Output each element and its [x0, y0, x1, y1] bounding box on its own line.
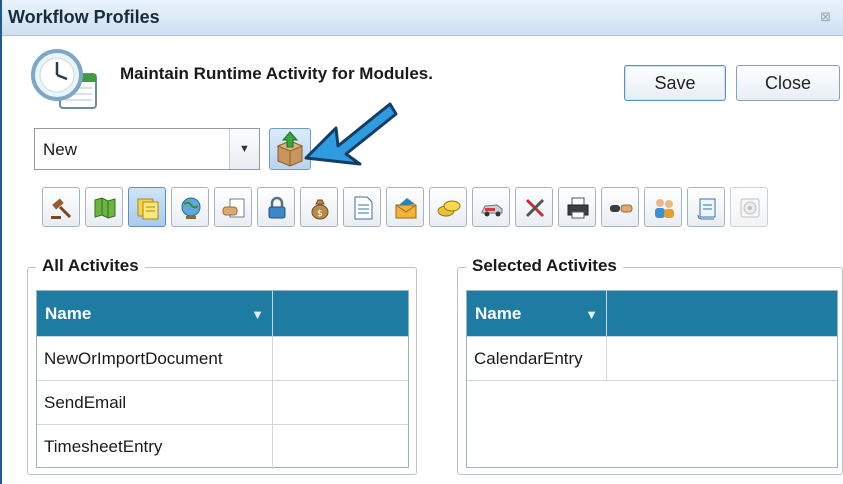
car-icon	[481, 204, 503, 217]
profile-select-value: New	[43, 140, 78, 159]
tb-people-button[interactable]	[644, 187, 682, 227]
handshake-document-icon	[222, 198, 245, 218]
printer-icon	[567, 197, 589, 219]
selected-activities-label: Selected Activites	[466, 256, 623, 276]
table-row[interactable]: CalendarEntry	[467, 337, 837, 381]
tb-coins-button[interactable]	[429, 187, 467, 227]
gavel-icon	[51, 198, 72, 219]
module-toolbar: $	[42, 187, 832, 231]
tb-map-button[interactable]	[85, 187, 123, 227]
page-heading: Maintain Runtime Activity for Modules.	[120, 64, 433, 83]
tb-car-button[interactable]	[472, 187, 510, 227]
table-row[interactable]: NewOrImportDocument	[37, 337, 408, 381]
tb-notes-button[interactable]	[128, 187, 166, 227]
tb-disc-button[interactable]	[730, 187, 768, 227]
tb-handshake-button[interactable]	[601, 187, 639, 227]
grid-header: Name ▼	[37, 291, 408, 337]
title-bar: Workflow Profiles ⊠	[2, 0, 843, 36]
save-button[interactable]: Save	[624, 65, 726, 101]
money-bag-icon: $	[311, 199, 329, 220]
tb-scroll-button[interactable]	[687, 187, 725, 227]
coins-icon	[437, 200, 461, 217]
callout-arrow-icon	[304, 102, 398, 166]
calendar-clock-icon	[31, 49, 97, 109]
tb-gavel-button[interactable]	[42, 187, 80, 227]
window-title: Workflow Profiles	[8, 7, 160, 27]
tb-printer-button[interactable]	[558, 187, 596, 227]
envelope-icon	[395, 198, 417, 219]
activity-name-cell: CalendarEntry	[467, 337, 607, 381]
activity-name-cell: TimesheetEntry	[37, 425, 273, 469]
window-close-icon[interactable]: ⊠	[820, 9, 831, 25]
activity-name-cell: SendEmail	[37, 381, 273, 425]
svg-text:$: $	[317, 209, 323, 219]
all-activities-label: All Activites	[36, 256, 145, 276]
profile-select[interactable]: New ▼	[34, 128, 260, 170]
document-icon	[354, 196, 373, 220]
selected-activities-group: Selected Activites Name ▼ CalendarEntry	[457, 256, 843, 475]
people-icon	[655, 199, 674, 218]
name-column-header[interactable]: Name ▼	[467, 291, 607, 337]
column-header-label: Name	[475, 304, 522, 323]
grid-header: Name ▼	[467, 291, 837, 337]
tb-contract-button[interactable]	[214, 187, 252, 227]
sticky-notes-icon	[137, 198, 159, 220]
tb-money-button[interactable]: $	[300, 187, 338, 227]
chevron-down-icon[interactable]: ▼	[229, 129, 259, 169]
all-activities-grid: Name ▼ NewOrImportDocument SendEmail Tim…	[36, 290, 409, 469]
tb-tools-button[interactable]	[515, 187, 553, 227]
filter-icon[interactable]: ▼	[585, 307, 598, 322]
handshake-icon	[610, 204, 633, 213]
table-row[interactable]: TimesheetEntry	[37, 425, 408, 469]
map-icon	[94, 197, 116, 219]
globe-icon	[181, 197, 201, 219]
activity-name-cell: NewOrImportDocument	[37, 337, 273, 381]
selected-activities-grid: Name ▼ CalendarEntry	[466, 290, 838, 468]
tb-document-button[interactable]	[343, 187, 381, 227]
scroll-icon	[697, 198, 716, 220]
all-activities-group: All Activites Name ▼ NewOrImportDocument…	[27, 256, 417, 475]
name-column-header[interactable]: Name ▼	[37, 291, 273, 337]
lock-icon	[268, 196, 286, 219]
tb-mail-button[interactable]	[386, 187, 424, 227]
workflow-profiles-window: Workflow Profiles ⊠ Maintain Runtime Act…	[0, 0, 843, 484]
tb-globe-button[interactable]	[171, 187, 209, 227]
tb-lock-button[interactable]	[257, 187, 295, 227]
disc-icon	[740, 198, 760, 218]
close-button[interactable]: Close	[736, 65, 840, 101]
table-row[interactable]: SendEmail	[37, 381, 408, 425]
tools-icon	[525, 198, 545, 218]
column-header-label: Name	[45, 304, 92, 323]
filter-icon[interactable]: ▼	[251, 307, 264, 322]
